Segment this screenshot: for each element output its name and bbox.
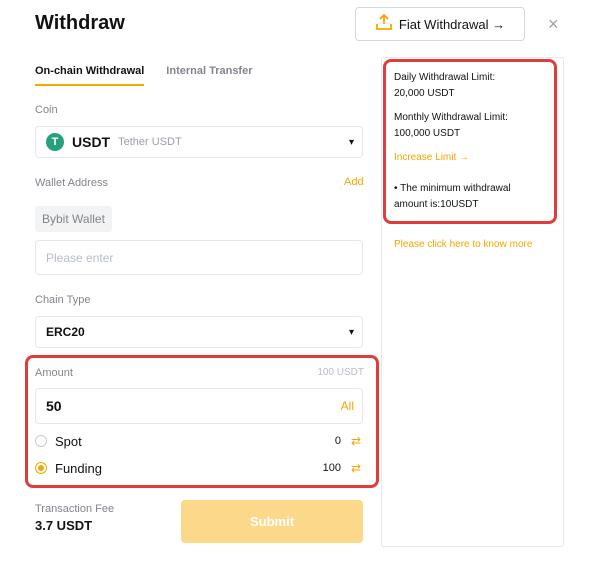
tab-internal-transfer[interactable]: Internal Transfer <box>166 65 252 86</box>
page-title: Withdraw <box>35 12 125 34</box>
monthly-limit-label: Monthly Withdrawal Limit: <box>394 112 508 123</box>
coin-code: USDT <box>72 134 111 150</box>
transfer-icon[interactable]: ⇄ <box>351 461 361 475</box>
bybit-wallet-tag[interactable]: Bybit Wallet <box>35 206 112 232</box>
daily-limit-label: Daily Withdrawal Limit: <box>394 72 496 83</box>
wallet-address-label: Wallet Address <box>35 177 108 189</box>
chain-type-select[interactable]: ERC20 ▾ <box>35 316 363 348</box>
fiat-withdrawal-label: Fiat Withdrawal → <box>398 16 506 32</box>
monthly-limit-value: 100,000 USDT <box>394 128 461 139</box>
wallet-address-input[interactable]: Please enter <box>35 240 363 275</box>
account-option-funding[interactable]: Funding 100 ⇄ <box>35 458 363 478</box>
radio-funding[interactable] <box>35 462 47 474</box>
tab-on-chain-withdrawal[interactable]: On-chain Withdrawal <box>35 65 145 86</box>
dropdown-arrow-icon: ▾ <box>348 136 354 148</box>
withdraw-tabs: On-chain Withdrawal Internal Transfer <box>35 65 253 86</box>
daily-limit-value: 20,000 USDT <box>394 88 455 99</box>
amount-max: 100 USDT <box>317 367 364 378</box>
account-balance-spot: 0 <box>334 435 341 447</box>
add-address-link[interactable]: Add <box>344 176 364 188</box>
know-more-link[interactable]: Please click here to know more <box>394 239 532 250</box>
min-withdrawal-note: • The minimum withdrawal <box>394 183 511 194</box>
usdt-icon: T <box>46 133 64 151</box>
close-icon[interactable]: × <box>548 14 559 35</box>
upload-icon <box>375 13 393 36</box>
coin-label: Coin <box>35 104 58 116</box>
amount-input[interactable]: 50 All <box>35 388 363 424</box>
account-option-spot[interactable]: Spot 0 ⇄ <box>35 431 363 451</box>
dropdown-arrow-icon: ▾ <box>348 326 354 338</box>
account-balance-funding: 100 <box>322 462 341 474</box>
chain-type-label: Chain Type <box>35 294 91 306</box>
coin-select[interactable]: T USDT Tether USDT ▾ <box>35 126 363 158</box>
chain-type-value: ERC20 <box>46 325 85 339</box>
transaction-fee-label: Transaction Fee <box>35 503 115 515</box>
account-label-funding: Funding <box>55 460 102 476</box>
radio-spot[interactable] <box>35 435 47 447</box>
increase-limit-link[interactable]: Increase Limit → <box>394 152 469 163</box>
all-button[interactable]: All <box>341 399 354 413</box>
transfer-icon[interactable]: ⇄ <box>351 434 361 448</box>
min-withdrawal-amount: amount is:10USDT <box>394 199 479 210</box>
fiat-withdrawal-button[interactable]: Fiat Withdrawal → <box>355 7 525 41</box>
account-label-spot: Spot <box>55 433 82 449</box>
amount-label: Amount <box>35 367 73 379</box>
coin-name: Tether USDT <box>118 136 182 148</box>
transaction-fee-value: 3.7 USDT <box>35 518 93 533</box>
amount-value: 50 <box>46 398 62 414</box>
submit-button[interactable]: Submit <box>181 500 363 543</box>
